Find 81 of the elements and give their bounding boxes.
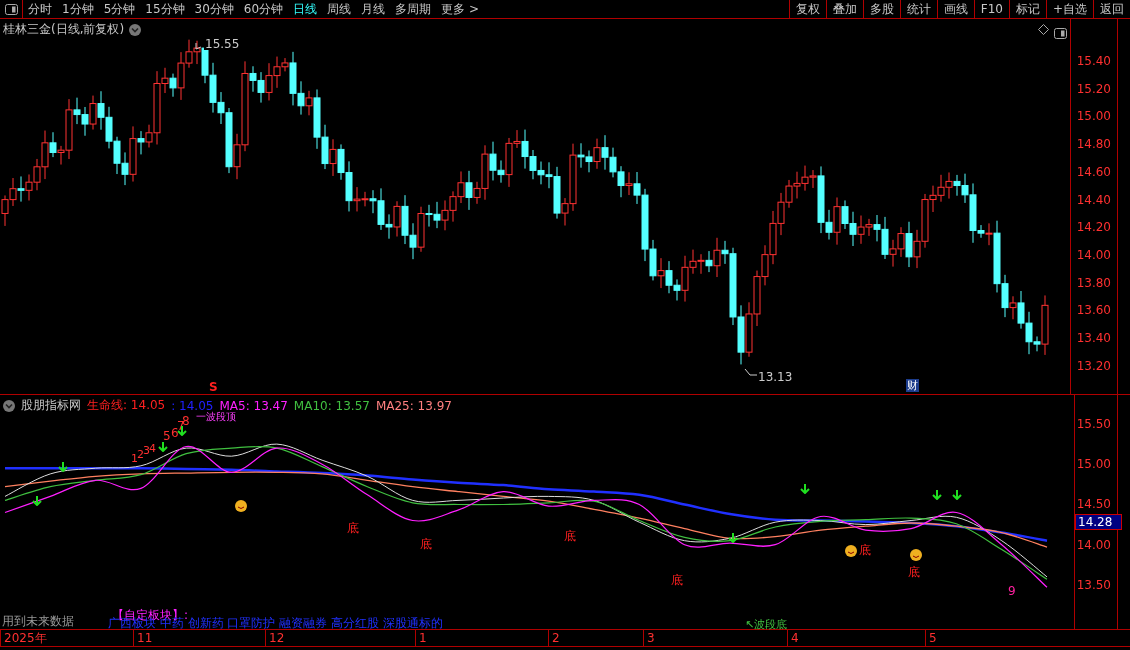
smiley-icon	[910, 549, 922, 561]
value-tick: 14.00	[1076, 537, 1111, 552]
date-label: 11	[133, 630, 265, 646]
signal-marker: 5	[163, 430, 171, 442]
diamond-icon[interactable]	[1038, 24, 1049, 35]
value-tick: 15.00	[1076, 457, 1111, 472]
down-arrow-icon	[952, 490, 962, 500]
indicator-value: MA5: 13.47	[219, 398, 288, 413]
indicator-value: MA25: 13.97	[375, 398, 452, 413]
panel-toggle-icon[interactable]	[1054, 28, 1067, 39]
signal-marker: 6	[171, 427, 179, 439]
price-tick: 13.80	[1076, 275, 1111, 290]
price-tick: 15.00	[1076, 109, 1111, 124]
smiley-icon	[845, 545, 857, 557]
period-tab[interactable]: 5分钟	[98, 0, 141, 18]
period-tab[interactable]: 更多 >	[436, 0, 484, 18]
down-arrow-icon	[728, 533, 738, 543]
signal-marker: 1	[131, 453, 138, 464]
down-arrow-icon	[800, 484, 810, 494]
period-tab[interactable]: 月线	[356, 0, 391, 18]
price-tick: 14.20	[1076, 220, 1111, 235]
signal-marker: 8	[182, 415, 190, 427]
date-label: 12	[265, 630, 415, 646]
period-tab[interactable]: 周线	[322, 0, 357, 18]
date-label: 1	[415, 630, 548, 646]
wave-bottom-label: ↖波段底	[745, 619, 788, 630]
low-price-label: 13.13	[758, 371, 793, 383]
signal-marker: 底	[908, 566, 920, 578]
indicator-name: 股朋指标网	[21, 397, 81, 414]
indicator-value: MA10: 13.57	[293, 398, 370, 413]
value-tick: 13.50	[1076, 577, 1111, 592]
signal-marker: 2	[137, 449, 144, 460]
signal-marker: 4	[149, 443, 156, 454]
price-tick: 13.60	[1076, 303, 1111, 318]
price-tick: 14.80	[1076, 137, 1111, 152]
signal-marker: 底	[671, 574, 683, 586]
date-label: 5	[925, 630, 1070, 646]
signal-marker: 底	[347, 522, 359, 534]
collapse-icon[interactable]	[3, 399, 15, 412]
future-data-note: 用到未来数据	[2, 615, 74, 627]
price-tick: 14.00	[1076, 248, 1111, 263]
value-tick: 15.50	[1076, 416, 1111, 431]
down-arrow-icon	[32, 496, 42, 506]
period-tab[interactable]: 日线	[288, 0, 323, 18]
price-tick: 15.40	[1076, 54, 1111, 68]
period-tab[interactable]: 多周期	[390, 0, 437, 18]
price-tick: 14.60	[1076, 164, 1111, 179]
down-arrow-icon	[158, 442, 168, 452]
indicator-value: 生命线: 14.05	[87, 397, 166, 414]
finance-badge[interactable]: 财	[906, 379, 919, 392]
period-tab[interactable]: 30分钟	[189, 0, 239, 18]
signal-marker: 底	[859, 544, 871, 556]
value-tick: 14.50	[1076, 497, 1111, 512]
price-tick: 15.20	[1076, 81, 1111, 96]
current-value-label: 14.28	[1075, 514, 1122, 531]
low-marker-line	[744, 368, 758, 376]
signal-marker: 3	[143, 445, 150, 456]
date-label: 2025年	[0, 630, 133, 646]
high-marker-line	[195, 42, 202, 50]
panel-toggle-icon[interactable]	[4, 3, 18, 15]
smiley-icon	[235, 500, 247, 512]
period-tab[interactable]: 分时	[23, 0, 57, 18]
dropdown-icon[interactable]	[129, 23, 142, 36]
date-label: 3	[643, 630, 787, 646]
price-tick: 14.40	[1076, 192, 1111, 207]
sell-signal: S	[209, 381, 218, 393]
price-tick: 13.20	[1076, 358, 1111, 373]
signal-marker: 底	[420, 538, 432, 550]
price-tick: 13.40	[1076, 331, 1111, 346]
down-arrow-icon	[932, 490, 942, 500]
period-tab[interactable]: 1分钟	[57, 0, 99, 18]
high-price-label: 15.55	[204, 38, 241, 50]
chart-title: 桂林三金(日线,前复权)	[3, 21, 125, 38]
period-tab[interactable]: 60分钟	[238, 0, 289, 18]
down-arrow-icon	[58, 462, 68, 472]
signal-marker: 底	[564, 530, 576, 542]
date-label: 4	[787, 630, 925, 646]
wave-top-note: 一波段顶	[196, 412, 236, 422]
date-label: 2	[548, 630, 643, 646]
signal-marker: 9	[1008, 585, 1016, 597]
period-tab[interactable]: 15分钟	[140, 0, 190, 18]
